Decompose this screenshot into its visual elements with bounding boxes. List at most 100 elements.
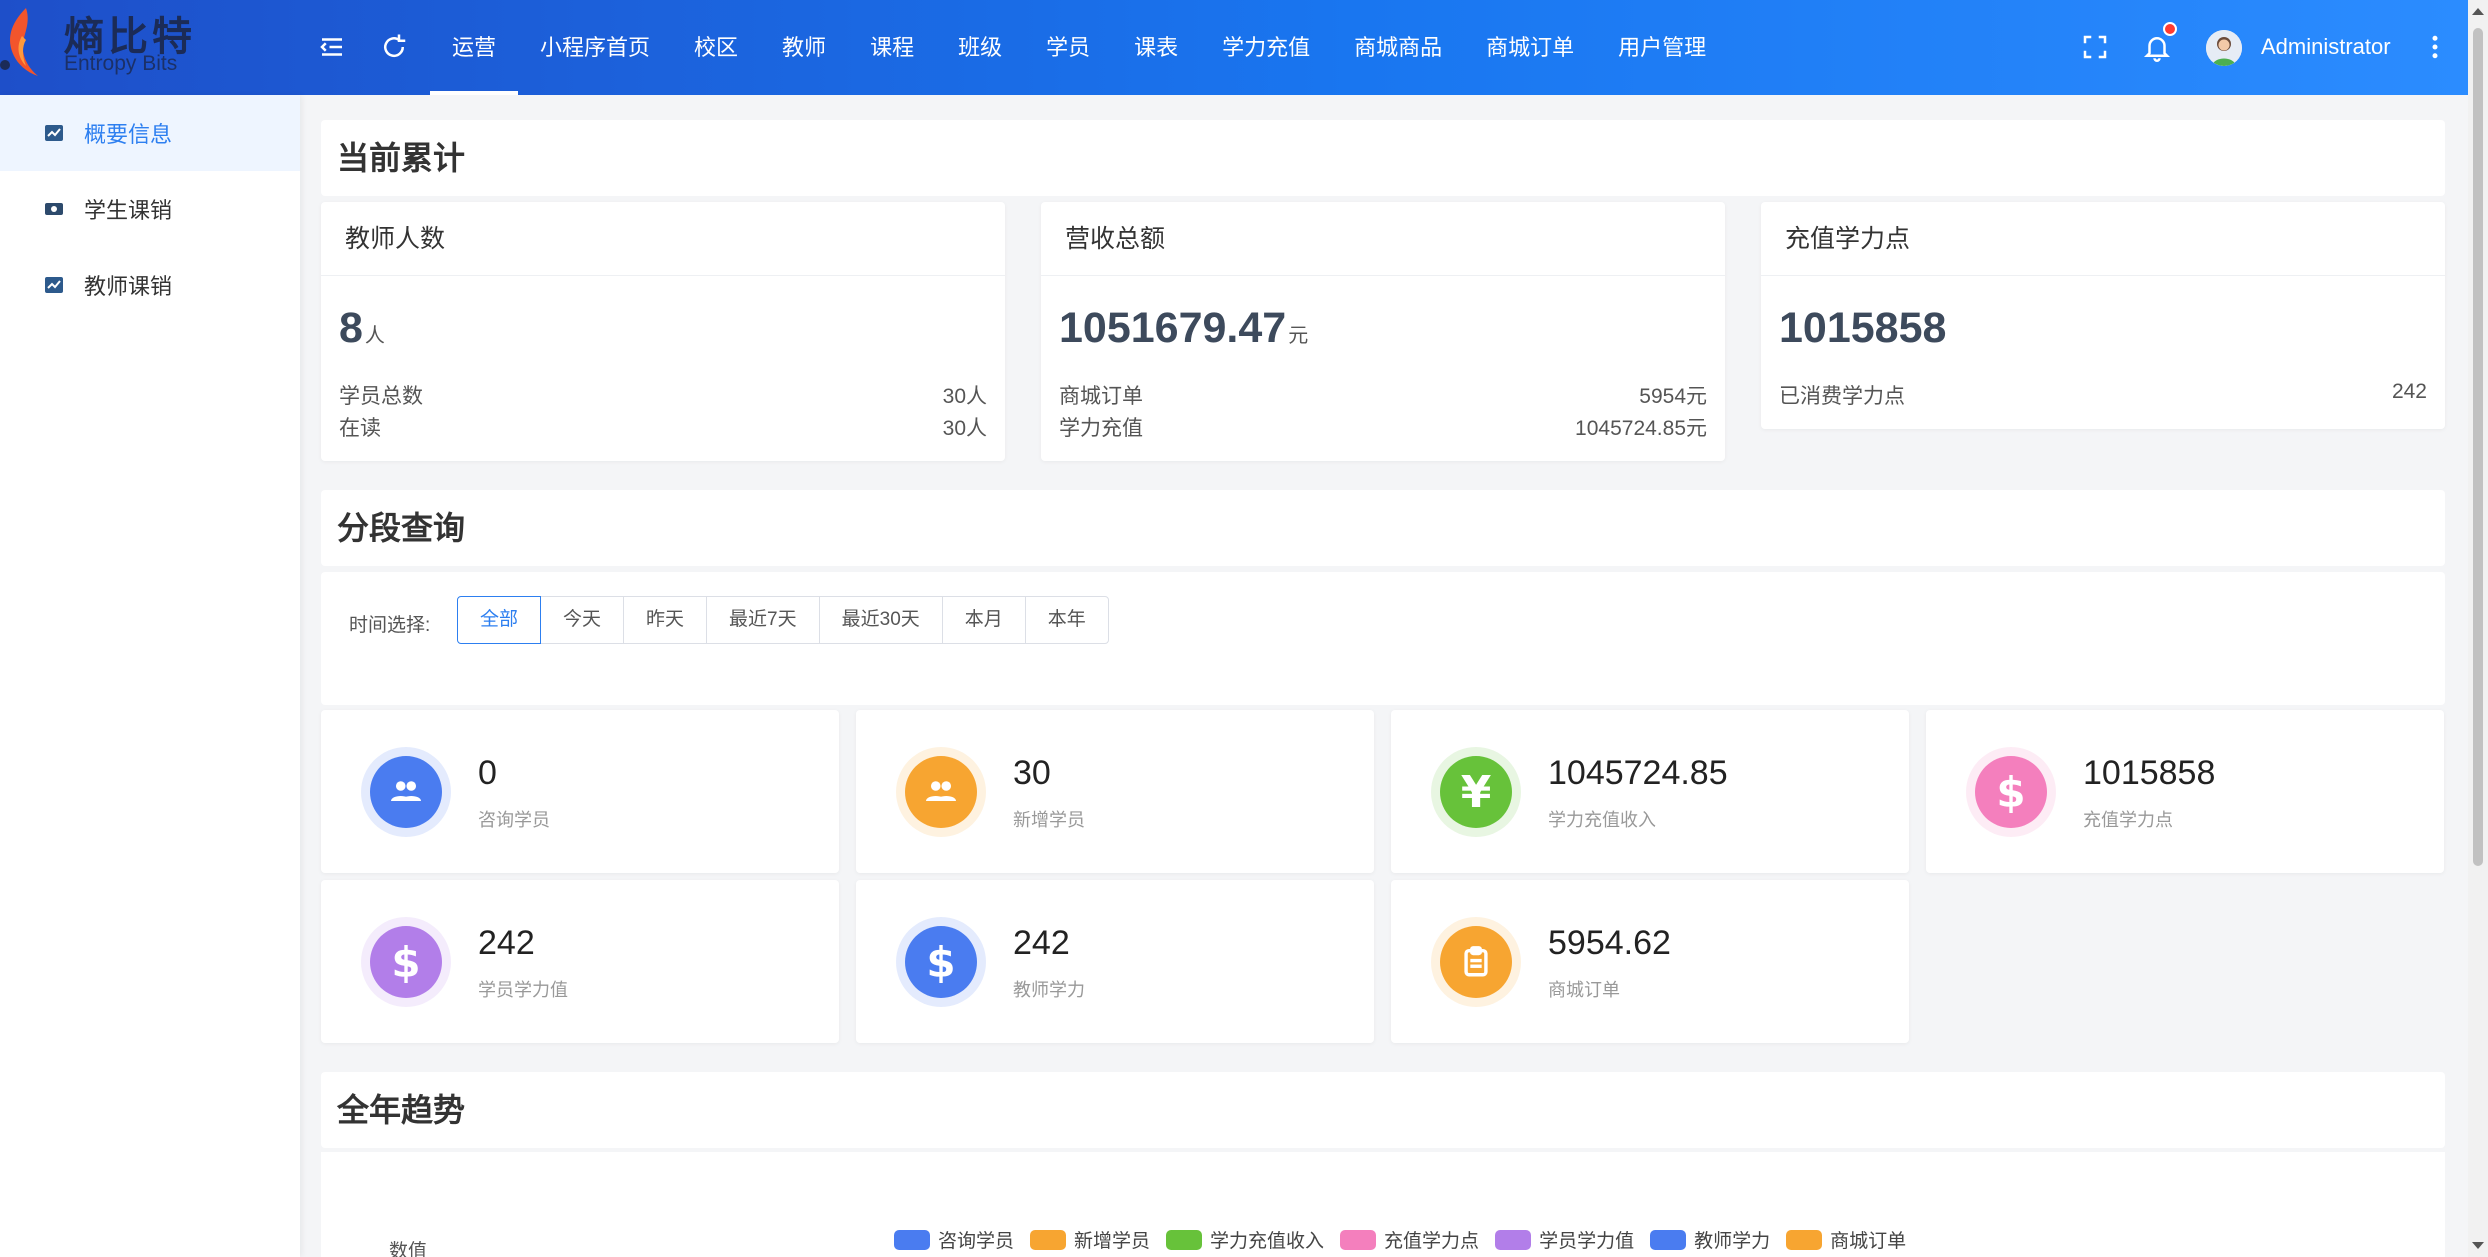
stat-card: 30 新增学员 xyxy=(856,710,1374,873)
time-option-button[interactable]: 最近30天 xyxy=(818,596,943,644)
stat-card: 0 咨询学员 xyxy=(321,710,839,873)
stat-row: 学力充值 1045724.85元 xyxy=(1059,417,1707,440)
fullscreen-icon[interactable] xyxy=(2080,32,2110,62)
legend-item[interactable]: 咨询学员 xyxy=(894,1226,1014,1253)
nav-item[interactable]: 教师 xyxy=(760,0,848,95)
nav-item[interactable]: 课程 xyxy=(848,0,936,95)
legend-label: 新增学员 xyxy=(1074,1231,1151,1252)
legend-item[interactable]: 商城订单 xyxy=(1786,1226,1906,1253)
legend-label: 学力充值收入 xyxy=(1210,1231,1325,1252)
sidebar-item-label: 学生课销 xyxy=(84,198,173,223)
stat-card: $1015858 充值学力点 xyxy=(1926,710,2444,873)
nav-item[interactable]: 学员 xyxy=(1024,0,1112,95)
legend-item[interactable]: 教师学力 xyxy=(1650,1226,1770,1253)
time-option-button[interactable]: 昨天 xyxy=(623,596,708,644)
section-title-period: 分段查询 xyxy=(321,490,2445,566)
card-title: 营收总额 xyxy=(1041,202,1725,276)
stat-label: 学力充值收入 xyxy=(1548,810,1656,830)
nav-item[interactable]: 商城商品 xyxy=(1332,0,1464,95)
stat-value: 0 xyxy=(478,754,497,792)
legend-swatch xyxy=(894,1229,930,1250)
section-title-trend: 全年趋势 xyxy=(321,1072,2445,1148)
stat-row: 学员总数 30人 xyxy=(339,385,987,408)
clipboard-icon xyxy=(1440,926,1512,998)
time-option-button[interactable]: 本月 xyxy=(941,596,1026,644)
time-option-button[interactable]: 今天 xyxy=(540,596,625,644)
sidebar-item[interactable]: 学生课销 xyxy=(0,171,300,247)
bell-icon[interactable] xyxy=(2142,32,2172,62)
legend-label: 充值学力点 xyxy=(1384,1231,1480,1252)
nav-item[interactable]: 课表 xyxy=(1112,0,1200,95)
legend-swatch xyxy=(1495,1229,1532,1250)
nav-item[interactable]: 小程序首页 xyxy=(518,0,672,95)
yen-icon: ¥ xyxy=(1440,756,1512,828)
time-option-button[interactable]: 本年 xyxy=(1024,596,1109,644)
teachers-card: 教师人数 8人 学员总数 30人 在读 30人 xyxy=(321,202,1005,461)
nav-item[interactable]: 商城订单 xyxy=(1464,0,1596,95)
legend-item[interactable]: 充值学力点 xyxy=(1340,1226,1479,1253)
legend-swatch xyxy=(1786,1229,1823,1250)
username[interactable]: Administrator xyxy=(2261,34,2391,60)
legend-item[interactable]: 学员学力值 xyxy=(1495,1226,1634,1253)
nav-item[interactable]: 用户管理 xyxy=(1596,0,1728,95)
scroll-up-icon[interactable] xyxy=(2472,8,2484,15)
stat-icon-ring: $ xyxy=(896,917,986,1007)
sidebar-item[interactable]: 教师课销 xyxy=(0,247,300,323)
top-header: 熵比特 Entropy Bits 运营 小程序首页 校区 教师 课程 班级 学员 课表 学力充值… xyxy=(0,0,2468,95)
time-filter-bar: 时间选择: 全部 今天 昨天 最近7天 最近30天 本月 本年 xyxy=(321,572,2445,705)
teachers-value: 8人 xyxy=(339,304,385,352)
chart-icon xyxy=(45,277,63,293)
menu-collapse-icon[interactable] xyxy=(317,32,347,62)
legend-swatch xyxy=(1166,1229,1203,1250)
page-scrollbar[interactable] xyxy=(2468,0,2488,1257)
users-icon xyxy=(905,756,977,828)
legend-label: 学员学力值 xyxy=(1539,1231,1635,1252)
time-option-button[interactable]: 最近7天 xyxy=(706,596,820,644)
stat-card: 5954.62 商城订单 xyxy=(1391,880,1909,1043)
nav-item[interactable]: 校区 xyxy=(672,0,760,95)
revenue-card: 营收总额 1051679.47 元 商城订单 5954元 学力充值 1045724.8… xyxy=(1041,202,1725,461)
dollar-icon: $ xyxy=(905,926,977,998)
dollar-icon: $ xyxy=(370,926,442,998)
stat-row: 商城订单 5954元 xyxy=(1059,385,1707,408)
legend-swatch xyxy=(1650,1229,1687,1250)
revenue-value: 1051679.47 元 xyxy=(1059,304,1309,352)
time-range-selector: 全部 今天 昨天 最近7天 最近30天 本月 本年 xyxy=(457,596,1109,644)
stat-label: 咨询学员 xyxy=(478,810,550,830)
scroll-thumb[interactable] xyxy=(2473,28,2483,866)
sidebar-item[interactable]: 概要信息 xyxy=(0,95,300,171)
avatar[interactable] xyxy=(2206,30,2242,66)
stat-value: 1045724.85 xyxy=(1548,754,1728,792)
time-option-button[interactable]: 全部 xyxy=(457,596,542,644)
chart-icon xyxy=(45,125,63,141)
stat-label: 教师学力 xyxy=(1013,980,1085,1000)
recharge-card: 充值学力点 1015858 已消费学力点 242 xyxy=(1761,202,2445,429)
card-title: 充值学力点 xyxy=(1761,202,2445,276)
logo[interactable]: 熵比特 Entropy Bits xyxy=(0,0,300,95)
legend-item[interactable]: 学力充值收入 xyxy=(1166,1226,1324,1253)
stat-icon-ring: $ xyxy=(1966,747,2056,837)
nav-item[interactable]: 班级 xyxy=(936,0,1024,95)
refresh-icon[interactable] xyxy=(379,32,409,62)
stat-value: 5954.62 xyxy=(1548,924,1671,962)
dollar-icon: $ xyxy=(1975,756,2047,828)
sidebar-item-label: 教师课销 xyxy=(84,274,173,299)
scroll-down-icon[interactable] xyxy=(2472,1242,2484,1249)
legend-item[interactable]: 新增学员 xyxy=(1030,1226,1150,1253)
nav-item[interactable]: 运营 xyxy=(430,0,519,95)
stat-value: 242 xyxy=(1013,924,1070,962)
filter-label: 时间选择: xyxy=(349,615,431,636)
nav-item[interactable]: 学力充值 xyxy=(1200,0,1332,95)
legend-swatch xyxy=(1340,1229,1377,1250)
section-title-summary: 当前累计 xyxy=(321,120,2445,196)
legend-label: 教师学力 xyxy=(1694,1231,1771,1252)
chart-legend: 咨询学员 新增学员 学力充值收入 充值学力点 学员学力值 教师学力 商城订单 xyxy=(894,1226,1922,1253)
money-icon xyxy=(45,203,63,215)
more-vertical-icon[interactable] xyxy=(2420,32,2450,62)
y-axis-label: 数值 xyxy=(389,1241,428,1257)
stat-card: $242 教师学力 xyxy=(856,880,1374,1043)
stat-icon-ring xyxy=(361,747,451,837)
stat-icon-ring: $ xyxy=(361,917,451,1007)
logo-dot xyxy=(0,60,10,70)
stat-icon-ring: ¥ xyxy=(1431,747,1521,837)
